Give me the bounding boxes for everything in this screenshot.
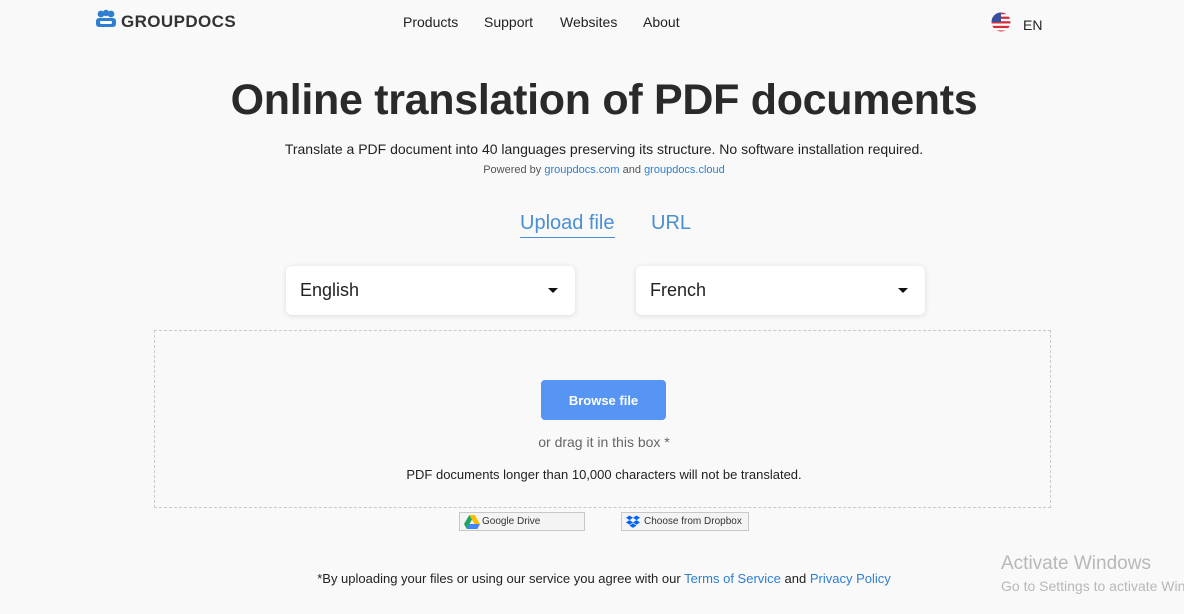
groupdocs-logo-icon — [95, 9, 117, 34]
language-selector[interactable]: EN — [991, 12, 1042, 37]
target-language-value: French — [650, 280, 707, 300]
groupdocs-logo[interactable]: GROUPDOCS — [95, 9, 236, 34]
google-drive-icon — [464, 515, 480, 532]
nav-support[interactable]: Support — [484, 14, 533, 30]
page-title: Online translation of PDF documents — [230, 76, 978, 124]
activate-windows-subtitle: Go to Settings to activate Windows. — [1001, 578, 1184, 594]
drag-hint: or drag it in this box * — [538, 434, 670, 450]
browse-file-button[interactable]: Browse file — [541, 380, 666, 420]
nav-products[interactable]: Products — [403, 14, 458, 30]
dropbox-button[interactable]: Choose from Dropbox — [621, 512, 749, 531]
chevron-down-icon — [898, 288, 908, 293]
language-code: EN — [1023, 16, 1043, 33]
terms-and: and — [784, 571, 807, 586]
powered-prefix: Powered by — [483, 164, 542, 176]
dropbox-label: Choose from Dropbox — [644, 516, 742, 527]
google-drive-label: Google Drive — [482, 516, 541, 527]
powered-by: Powered by groupdocs.com and groupdocs.c… — [0, 164, 1184, 176]
google-drive-button[interactable]: Google Drive — [459, 512, 585, 531]
nav-about[interactable]: About — [643, 14, 680, 30]
us-flag-icon — [991, 12, 1011, 37]
terms-of-service-link[interactable]: Terms of Service — [684, 571, 781, 586]
powered-and: and — [622, 164, 641, 176]
page-subtitle: Translate a PDF document into 40 languag… — [284, 141, 924, 157]
activate-windows-title: Activate Windows — [1001, 553, 1151, 574]
privacy-policy-link[interactable]: Privacy Policy — [810, 571, 891, 586]
terms-prefix: *By uploading your files or using our se… — [317, 571, 681, 586]
groupdocs-com-link[interactable]: groupdocs.com — [544, 164, 619, 176]
groupdocs-cloud-link[interactable]: groupdocs.cloud — [644, 164, 725, 176]
tab-upload-file[interactable]: Upload file — [520, 212, 615, 238]
character-limit-note: PDF documents longer than 10,000 charact… — [406, 467, 802, 482]
dropbox-icon — [626, 515, 640, 532]
nav-websites[interactable]: Websites — [560, 14, 617, 30]
source-language-value: English — [300, 280, 360, 300]
chevron-down-icon — [548, 288, 558, 293]
tab-url[interactable]: URL — [651, 212, 691, 235]
logo-text: GROUPDOCS — [121, 11, 237, 31]
target-language-select[interactable]: French — [636, 266, 925, 315]
source-language-select[interactable]: English — [286, 266, 575, 315]
